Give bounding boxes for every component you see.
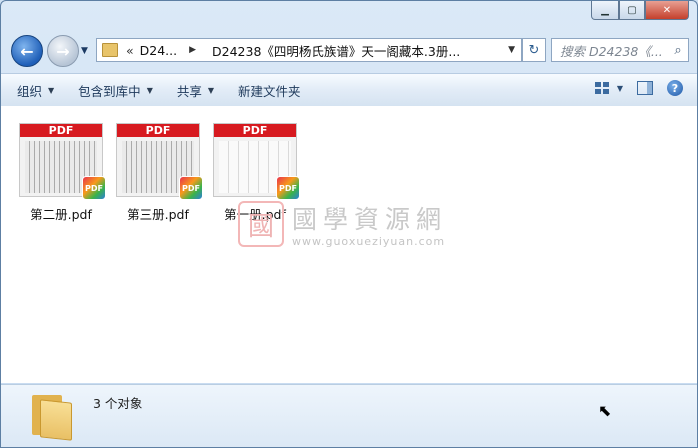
large-folder-icon <box>30 393 72 441</box>
details-pane: 3 个对象 ⬉ <box>1 384 697 447</box>
chevron-down-icon: ▼ <box>48 85 55 95</box>
pdf-banner: PDF <box>20 124 102 137</box>
file-name[interactable]: 第二册.pdf <box>19 204 103 223</box>
share-menu[interactable]: 共享 ▼ <box>177 81 214 100</box>
share-label: 共享 <box>176 83 202 99</box>
item-count: 3 个对象 <box>93 396 143 411</box>
watermark-url: www.guoxueziyuan.com <box>292 235 446 248</box>
search-icon[interactable]: ⌕ <box>668 43 688 58</box>
pdf-thumbnail: PDF PDF <box>116 123 203 200</box>
file-item[interactable]: PDF PDF 第三册.pdf <box>116 123 203 223</box>
forward-button[interactable]: → <box>47 35 79 67</box>
navigation-bar: ← → ▼ « D24... ▶ D24238《四明杨氏族谱》天一阁藏本.3册.… <box>1 31 697 71</box>
view-controls: ▼ ? <box>594 80 683 96</box>
watermark-seal: 國 <box>238 201 284 247</box>
new-folder-label: 新建文件夹 <box>238 83 301 99</box>
refresh-button[interactable]: ↻ <box>522 38 546 62</box>
chevron-down-icon: ▼ <box>146 85 153 95</box>
pdf-thumbnail: PDF PDF <box>213 123 300 200</box>
pdf-app-icon: PDF <box>276 176 300 200</box>
chevron-down-icon: ▼ <box>207 85 215 95</box>
include-in-library-menu[interactable]: 包含到库中 ▼ <box>78 81 153 100</box>
file-name[interactable]: 第三册.pdf <box>116 204 200 223</box>
breadcrumb-segment[interactable]: D24... <box>140 43 177 58</box>
close-button[interactable]: ✕ <box>645 1 689 20</box>
search-input[interactable]: 搜索 D24238《... ⌕ <box>551 38 689 62</box>
back-button[interactable]: ← <box>11 35 43 67</box>
breadcrumb-separator-icon[interactable]: ▶ <box>189 45 196 55</box>
new-folder-button[interactable]: 新建文件夹 <box>238 81 301 100</box>
address-overflow-chevron[interactable]: « <box>126 43 134 58</box>
breadcrumb-current[interactable]: D24238《四明杨氏族谱》天一阁藏本.3册... <box>212 41 460 60</box>
include-in-library-label: 包含到库中 <box>78 83 141 99</box>
address-bar[interactable]: « D24... ▶ D24238《四明杨氏族谱》天一阁藏本.3册... ▼ <box>96 38 522 62</box>
file-item[interactable]: PDF PDF 第二册.pdf <box>19 123 106 223</box>
mouse-cursor-icon: ⬉ <box>598 401 612 420</box>
window-controls: ▁ ▢ ✕ <box>591 1 689 20</box>
recent-pages-dropdown-icon[interactable]: ▼ <box>81 46 88 56</box>
organize-label: 组织 <box>17 83 43 99</box>
address-dropdown-icon[interactable]: ▼ <box>508 45 515 55</box>
maximize-button[interactable]: ▢ <box>619 1 645 20</box>
view-options-dropdown-icon[interactable]: ▼ <box>617 84 623 93</box>
pdf-app-icon: PDF <box>82 176 106 200</box>
refresh-icon: ↻ <box>528 42 540 58</box>
watermark-title: 國學資源網 <box>292 205 448 234</box>
change-view-icon[interactable] <box>594 82 609 94</box>
pdf-banner: PDF <box>214 124 296 137</box>
help-icon[interactable]: ? <box>667 80 683 96</box>
forward-arrow-icon: → <box>56 41 70 61</box>
back-arrow-icon: ← <box>20 41 34 61</box>
explorer-window: ▁ ▢ ✕ ← → ▼ « D24... ▶ D24238《四明杨氏族谱》天一阁… <box>0 0 698 448</box>
pdf-thumbnail: PDF PDF <box>19 123 106 200</box>
file-list-pane: PDF PDF 第二册.pdf PDF PDF 第三册.pdf PDF PDF … <box>1 106 697 383</box>
minimize-button[interactable]: ▁ <box>591 1 619 20</box>
command-bar: 组织 ▼ 包含到库中 ▼ 共享 ▼ 新建文件夹 ▼ ? <box>1 73 697 107</box>
organize-menu[interactable]: 组织 ▼ <box>17 81 54 100</box>
search-placeholder: 搜索 D24238《... <box>560 43 663 59</box>
preview-pane-icon[interactable] <box>637 81 653 95</box>
folder-icon <box>102 43 118 57</box>
watermark: 國 國學資源網 www.guoxueziyuan.com <box>238 200 447 248</box>
pdf-banner: PDF <box>117 124 199 137</box>
pdf-app-icon: PDF <box>179 176 203 200</box>
